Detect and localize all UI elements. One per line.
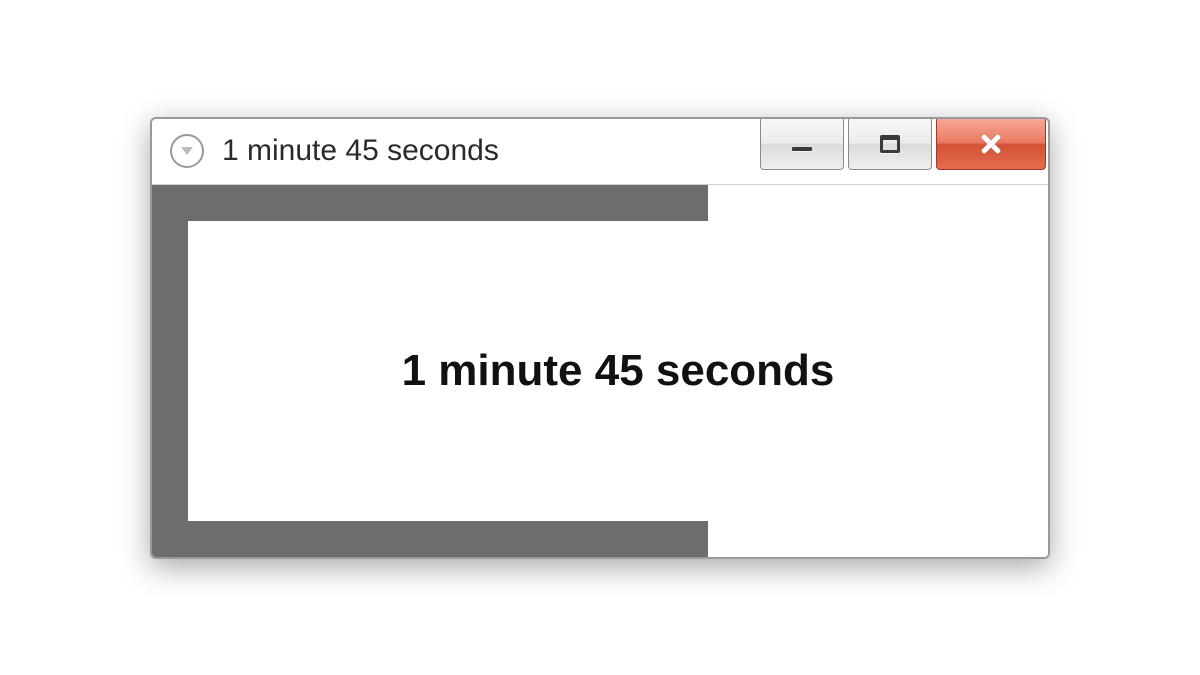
titlebar[interactable]: 1 minute 45 seconds (152, 119, 1048, 185)
timer-display: 1 minute 45 seconds (402, 346, 835, 396)
timer-window: 1 minute 45 seconds 1 minute 45 seconds (150, 117, 1050, 559)
maximize-button[interactable] (848, 118, 932, 170)
close-button[interactable] (936, 118, 1046, 170)
window-title: 1 minute 45 seconds (222, 134, 760, 168)
timer-progress: 1 minute 45 seconds (152, 185, 1048, 557)
timer-display-panel: 1 minute 45 seconds (188, 221, 1048, 521)
window-controls (760, 118, 1048, 170)
minimize-button[interactable] (760, 118, 844, 170)
minimize-icon (792, 147, 812, 151)
client-area: 1 minute 45 seconds (152, 185, 1048, 557)
clock-icon (170, 134, 204, 168)
close-icon (980, 133, 1002, 155)
maximize-icon (880, 135, 900, 153)
